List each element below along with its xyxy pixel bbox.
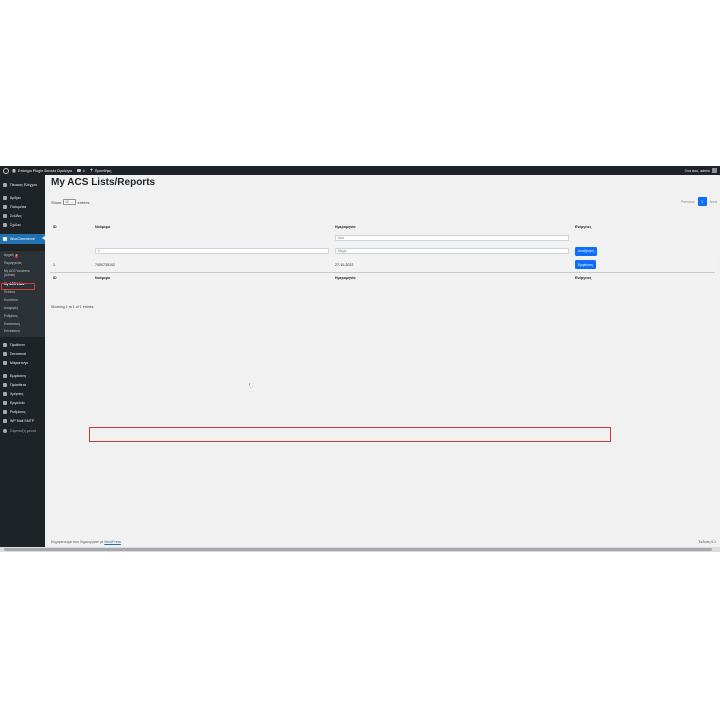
chevron-down-icon: ⌄ [70,200,74,204]
submenu-item-coupons[interactable]: Κουπόνια [4,298,44,303]
scrollbar-thumb[interactable] [4,548,712,551]
submenu-item-status[interactable]: Κατάσταση [4,322,44,327]
admin-sidebar: Πίνακας Ελέγχου Άρθρα Πολυμέσα Σελίδες Σ… [0,175,45,552]
footer-version: Έκδοση 6.1 [698,540,716,544]
page-title: My ACS Lists/Reports [51,177,156,188]
submenu-highlight-box [1,283,35,290]
submenu-item-customers[interactable]: Πελάτες [4,290,44,295]
sidebar-item-products[interactable]: Προϊόντα [0,341,45,349]
submenu-item-settings[interactable]: Ρυθμίσεις [4,314,44,319]
date-to-input[interactable] [335,248,569,254]
woocommerce-submenu: Αρχική 1 Παραγγελίες My ACS Vouchers (Admi… [0,251,45,337]
wordpress-link[interactable]: WordPress [104,540,121,544]
column-header-number[interactable]: Νούμερο [92,222,332,232]
column-footer-date: Ημερομηνία [332,271,572,283]
megaphone-icon [3,361,7,365]
plus-icon: + [89,167,94,174]
sidebar-item-wp-mail-smtp[interactable]: WP Mail SMTP [0,417,45,425]
collapse-icon [3,429,7,433]
column-footer-id: ID [50,271,92,283]
horizontal-scrollbar[interactable] [0,547,720,552]
pagination-previous[interactable]: Previous [681,200,695,204]
cell-number: 7400735102 [92,258,332,272]
entries-length-control: Show 10 ⌄ entries [51,199,90,205]
cell-date: 27-10-2022 [332,258,572,272]
submenu-item-reports[interactable]: Αναφορές [4,306,44,311]
date-from-input[interactable] [335,235,569,241]
media-icon [3,205,7,209]
screen: Επίσημο Plugin Skroutz Ωρολόγια 0 + Προσ… [0,166,720,552]
sidebar-item-analytics[interactable]: Στατιστικά [0,350,45,358]
pagination-next[interactable]: Next [710,200,717,204]
table-footer-row: ID Νούμερο Ημερομηνία Ενέργειες [50,271,715,283]
mail-icon [3,419,7,423]
users-icon [3,392,7,396]
footer-thanks: Ευχαριστούμε που δημιουργείτε με WordPre… [51,540,121,544]
products-icon [3,343,7,347]
filter-row [50,232,715,244]
submenu-item-acs-vouchers[interactable]: My ACS Vouchers (Admin) [4,269,44,277]
sidebar-item-users[interactable]: Χρήστες [0,390,45,398]
sidebar-collapse-menu[interactable]: Σύμπτυξη μενού [0,427,45,435]
home-icon [12,168,16,173]
site-name-link[interactable]: Επίσημο Plugin Skroutz Ωρολόγια [12,168,72,173]
sidebar-item-comments[interactable]: Σχόλια [0,221,45,229]
sidebar-item-plugins[interactable]: Πρόσθετα [0,381,45,389]
woocommerce-icon [3,237,7,241]
column-header-date[interactable]: Ημερομηνία [332,222,572,232]
acs-lists-table: ID Νούμερο Ημερομηνία Ενέργειες Αναζήτησ… [50,222,715,283]
mouse-cursor-icon [249,383,253,388]
sidebar-item-settings[interactable]: Ρυθμίσεις [0,408,45,416]
sidebar-item-appearance[interactable]: Εμφάνιση [0,372,45,380]
view-button[interactable]: Εμφάνιση [575,260,596,270]
sidebar-item-marketing[interactable]: Μάρκετινγκ [0,359,45,367]
submenu-item-extensions[interactable]: Επεκτάσεις [4,329,44,334]
new-content-link[interactable]: + Προσθήκη [90,168,112,174]
main-content: My ACS Lists/Reports Show 10 ⌄ entries Pr… [45,175,720,552]
entries-length-select[interactable]: 10 ⌄ [63,199,76,205]
column-header-id[interactable]: ID [50,222,92,232]
sidebar-item-posts[interactable]: Άρθρα [0,194,45,202]
column-footer-action: Ενέργειες [572,271,715,283]
brush-icon [3,374,7,378]
wrench-icon [3,401,7,405]
user-account-menu[interactable]: Γεια σου, admin [685,166,717,175]
table-header-row: ID Νούμερο Ημερομηνία Ενέργειες [50,222,715,232]
table-row: 1 7400735102 27-10-2022 Εμφάνιση [50,258,715,272]
filter-row: Αναζήτηση [50,244,715,258]
notification-badge: 1 [14,254,19,258]
pages-icon [3,214,7,218]
sidebar-item-woocommerce[interactable]: WooCommerce [0,234,45,244]
chart-icon [3,352,7,356]
submenu-item-orders[interactable]: Παραγγελίες [4,261,44,266]
column-footer-number: Νούμερο [92,271,332,283]
wordpress-logo-icon[interactable] [3,167,9,174]
submenu-item-home[interactable]: Αρχική 1 [4,253,44,258]
comments-link[interactable]: 0 [77,169,85,173]
pin-icon [3,196,7,200]
plugin-icon [3,383,7,387]
number-search-input[interactable] [95,248,329,254]
settings-icon [3,410,7,414]
sidebar-item-tools[interactable]: Εργαλεία [0,399,45,407]
sidebar-item-dashboard[interactable]: Πίνακας Ελέγχου [0,181,45,189]
search-button[interactable]: Αναζήτηση [575,246,598,256]
comment-icon [77,169,82,172]
sidebar-item-pages[interactable]: Σελίδες [0,212,45,220]
pagination: Previous 1 Next [681,197,717,206]
cell-id: 1 [50,258,92,272]
admin-bar: Επίσημο Plugin Skroutz Ωρολόγια 0 + Προσ… [0,166,720,175]
column-header-action: Ενέργειες [575,225,592,229]
comment-icon [3,223,7,227]
sidebar-item-media[interactable]: Πολυμέσα [0,203,45,211]
pagination-page-1[interactable]: 1 [697,197,707,206]
table-info: Showing 1 to 1 of 1 entries [51,305,94,309]
avatar [712,168,717,173]
dashboard-icon [3,183,7,187]
